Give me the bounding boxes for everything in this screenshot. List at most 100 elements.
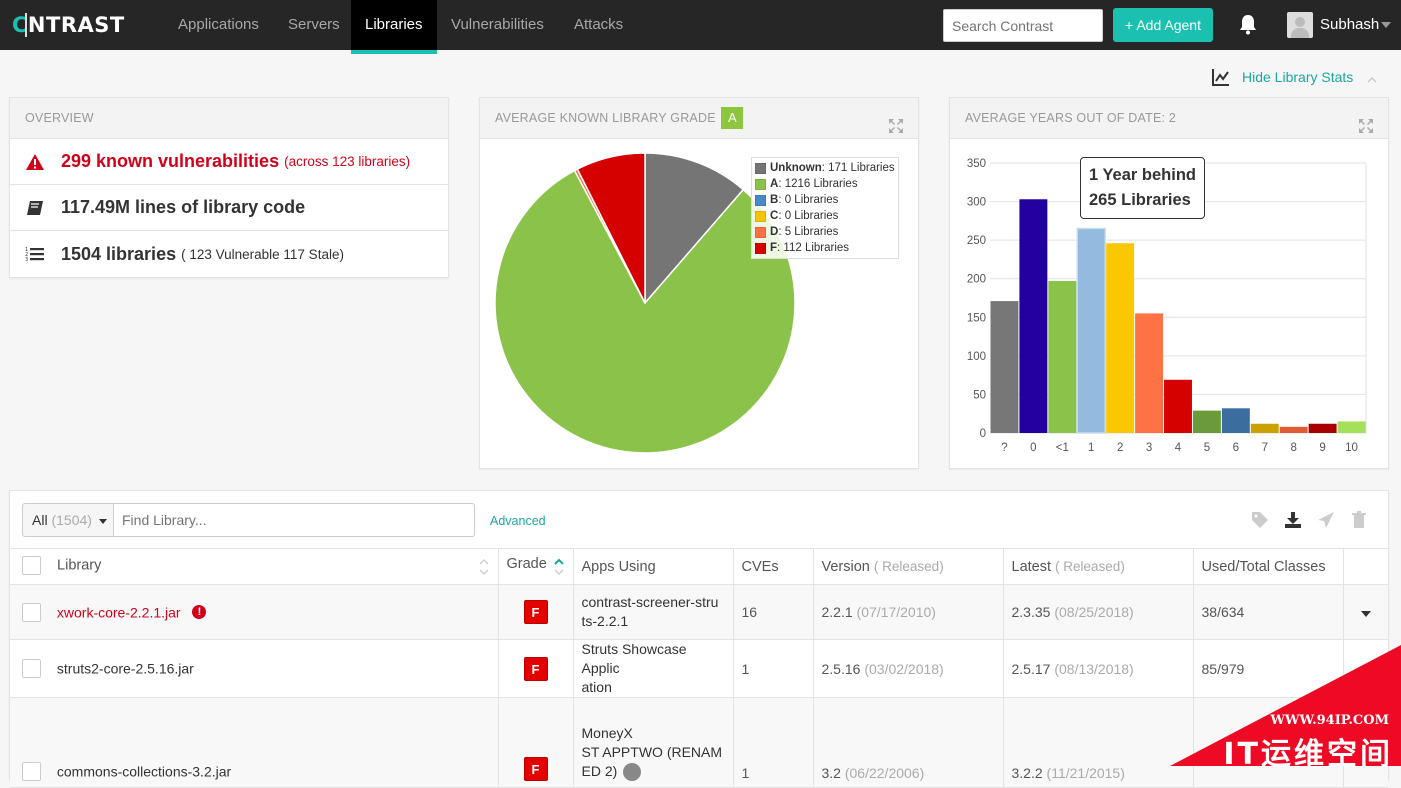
contrast-logo[interactable]: C NTRAST xyxy=(12,12,125,38)
legend-item-c[interactable]: C: 0 Libraries xyxy=(755,208,895,224)
chevron-down-icon[interactable] xyxy=(1381,22,1391,28)
bar-9[interactable] xyxy=(1308,423,1337,433)
nav-attacks[interactable]: Attacks xyxy=(560,0,637,50)
bar-?[interactable] xyxy=(990,301,1019,433)
library-cell: commons-collections-3.2.jar xyxy=(10,697,499,788)
overview-title: OVERVIEW xyxy=(10,98,448,139)
advanced-search-link[interactable]: Advanced xyxy=(490,514,546,528)
grade-cell: F xyxy=(498,639,574,698)
bar-8[interactable] xyxy=(1279,426,1308,433)
sort-icon[interactable] xyxy=(478,556,490,578)
tooltip-line-1: 1 Year behind xyxy=(1089,166,1196,184)
nav-libraries[interactable]: Libraries xyxy=(351,0,437,54)
find-library-input[interactable] xyxy=(114,503,475,537)
expand-icon[interactable] xyxy=(1358,110,1374,133)
library-name-link[interactable]: xwork-core-2.2.1.jar xyxy=(57,604,181,620)
column-header-grade[interactable]: Grade xyxy=(498,548,574,585)
libraries-count: 1504 libraries xyxy=(61,243,177,264)
overview-vulnerabilities-row[interactable]: 299 known vulnerabilities (across 123 li… xyxy=(10,139,448,185)
nav-servers[interactable]: Servers xyxy=(274,0,354,50)
download-icon[interactable] xyxy=(1284,511,1302,529)
version-value: 3.2 xyxy=(821,765,841,781)
version-date: (03/02/2018) xyxy=(864,660,944,677)
nav-vulnerabilities[interactable]: Vulnerabilities xyxy=(437,0,558,50)
legend-item-b[interactable]: B: 0 Libraries xyxy=(755,192,895,208)
y-tick-label: 150 xyxy=(967,312,986,324)
sort-ascending-icon[interactable] xyxy=(553,556,565,578)
row-actions-cell xyxy=(1343,584,1388,640)
book-icon xyxy=(25,199,45,217)
chevron-up-icon[interactable] xyxy=(1367,72,1377,83)
search-contrast-input[interactable] xyxy=(943,9,1103,42)
legend-item-unknown[interactable]: Unknown: 171 Libraries xyxy=(755,160,895,176)
classes-cell: 38/634 xyxy=(1193,584,1344,640)
bar-3[interactable] xyxy=(1135,313,1164,433)
column-header-version[interactable]: Version ( Released) xyxy=(813,548,1004,585)
hide-library-stats-link[interactable]: Hide Library Stats xyxy=(1212,66,1377,88)
legend-label: D xyxy=(770,226,779,238)
user-name[interactable]: Subhash xyxy=(1320,0,1379,50)
app-name-line[interactable]: ST APPTWO (RENAM xyxy=(582,743,725,762)
caret-down-icon xyxy=(98,518,107,524)
select-all-checkbox[interactable] xyxy=(22,555,41,575)
bell-icon[interactable] xyxy=(1238,14,1258,36)
app-name-line[interactable]: MoneyX xyxy=(582,724,725,743)
pie-legend: Unknown: 171 Libraries A: 1216 Libraries B… xyxy=(751,157,899,259)
bar-1[interactable] xyxy=(1076,227,1106,434)
app-name-line[interactable]: ts-2.2.1 xyxy=(582,612,725,631)
app-name-line[interactable]: ED 2) xyxy=(582,763,618,779)
bar-10[interactable] xyxy=(1337,421,1366,433)
table-row[interactable]: struts2-core-2.5.16.jar F Struts Showcas… xyxy=(10,639,1388,698)
column-header-apps[interactable]: Apps Using xyxy=(573,548,734,585)
app-name-line[interactable]: contrast-screener-stru xyxy=(582,593,725,612)
legend-item-f[interactable]: F: 112 Libraries xyxy=(755,240,895,256)
library-cell: xwork-core-2.2.1.jar ! xyxy=(10,584,499,640)
bar-5[interactable] xyxy=(1192,410,1221,433)
legend-swatch xyxy=(755,210,766,222)
caret-down-icon[interactable] xyxy=(1360,611,1371,617)
caret-down-icon[interactable] xyxy=(1360,667,1371,674)
table-row[interactable]: xwork-core-2.2.1.jar ! F contrast-screen… xyxy=(10,584,1388,640)
column-header-cves[interactable]: CVEs xyxy=(733,548,814,585)
bar-<1[interactable] xyxy=(1048,281,1077,433)
latest-date: (08/13/2018) xyxy=(1054,660,1134,677)
trash-icon[interactable] xyxy=(1350,511,1368,529)
row-checkbox[interactable] xyxy=(22,602,41,622)
x-tick-label: <1 xyxy=(1056,442,1069,454)
x-tick-label: 0 xyxy=(1030,442,1036,454)
column-header-latest[interactable]: Latest ( Released) xyxy=(1003,548,1194,585)
lines-of-code: 117.49M lines of library code xyxy=(61,197,306,217)
legend-value: : 0 Libraries xyxy=(778,210,839,222)
nav-applications[interactable]: Applications xyxy=(164,0,273,50)
table-actions xyxy=(1251,511,1368,529)
table-row[interactable]: commons-collections-3.2.jar F MoneyX ST … xyxy=(10,697,1388,788)
row-checkbox[interactable] xyxy=(22,762,41,781)
bar-6[interactable] xyxy=(1221,408,1250,433)
app-name-line[interactable]: Struts Showcase Applic xyxy=(582,640,725,678)
avatar[interactable] xyxy=(1287,12,1313,38)
column-header-library[interactable]: Library xyxy=(10,548,499,585)
legend-swatch xyxy=(755,162,766,174)
libraries-sub: ( 123 Vulnerable 117 Stale) xyxy=(181,246,344,262)
app-name-line[interactable]: ation xyxy=(582,678,725,697)
legend-item-d[interactable]: D: 5 Libraries xyxy=(755,224,895,240)
latest-cell: 2.5.17 (08/13/2018) xyxy=(1003,639,1194,698)
library-name-link[interactable]: struts2-core-2.5.16.jar xyxy=(57,661,194,677)
send-icon[interactable] xyxy=(1317,511,1335,529)
library-filter-dropdown[interactable]: All (1504) xyxy=(22,503,114,537)
row-checkbox[interactable] xyxy=(22,659,41,678)
legend-item-a[interactable]: A: 1216 Libraries xyxy=(755,176,895,192)
classes-cell xyxy=(1193,697,1344,788)
bar-0[interactable] xyxy=(1019,199,1048,433)
column-header-classes[interactable]: Used/Total Classes xyxy=(1193,548,1344,585)
bar-2[interactable] xyxy=(1106,243,1135,433)
expand-icon[interactable] xyxy=(888,110,904,133)
exclamation-icon: ! xyxy=(192,605,207,619)
add-agent-button[interactable]: + Add Agent xyxy=(1113,8,1213,42)
tag-icon[interactable] xyxy=(1251,511,1269,529)
apps-cell: MoneyX ST APPTWO (RENAM ED 2) xyxy=(573,697,734,788)
latest-value: 3.2.2 xyxy=(1011,765,1043,781)
bar-7[interactable] xyxy=(1250,423,1279,433)
bar-4[interactable] xyxy=(1164,379,1192,433)
library-grade-title: AVERAGE KNOWN LIBRARY GRADE xyxy=(495,111,716,125)
